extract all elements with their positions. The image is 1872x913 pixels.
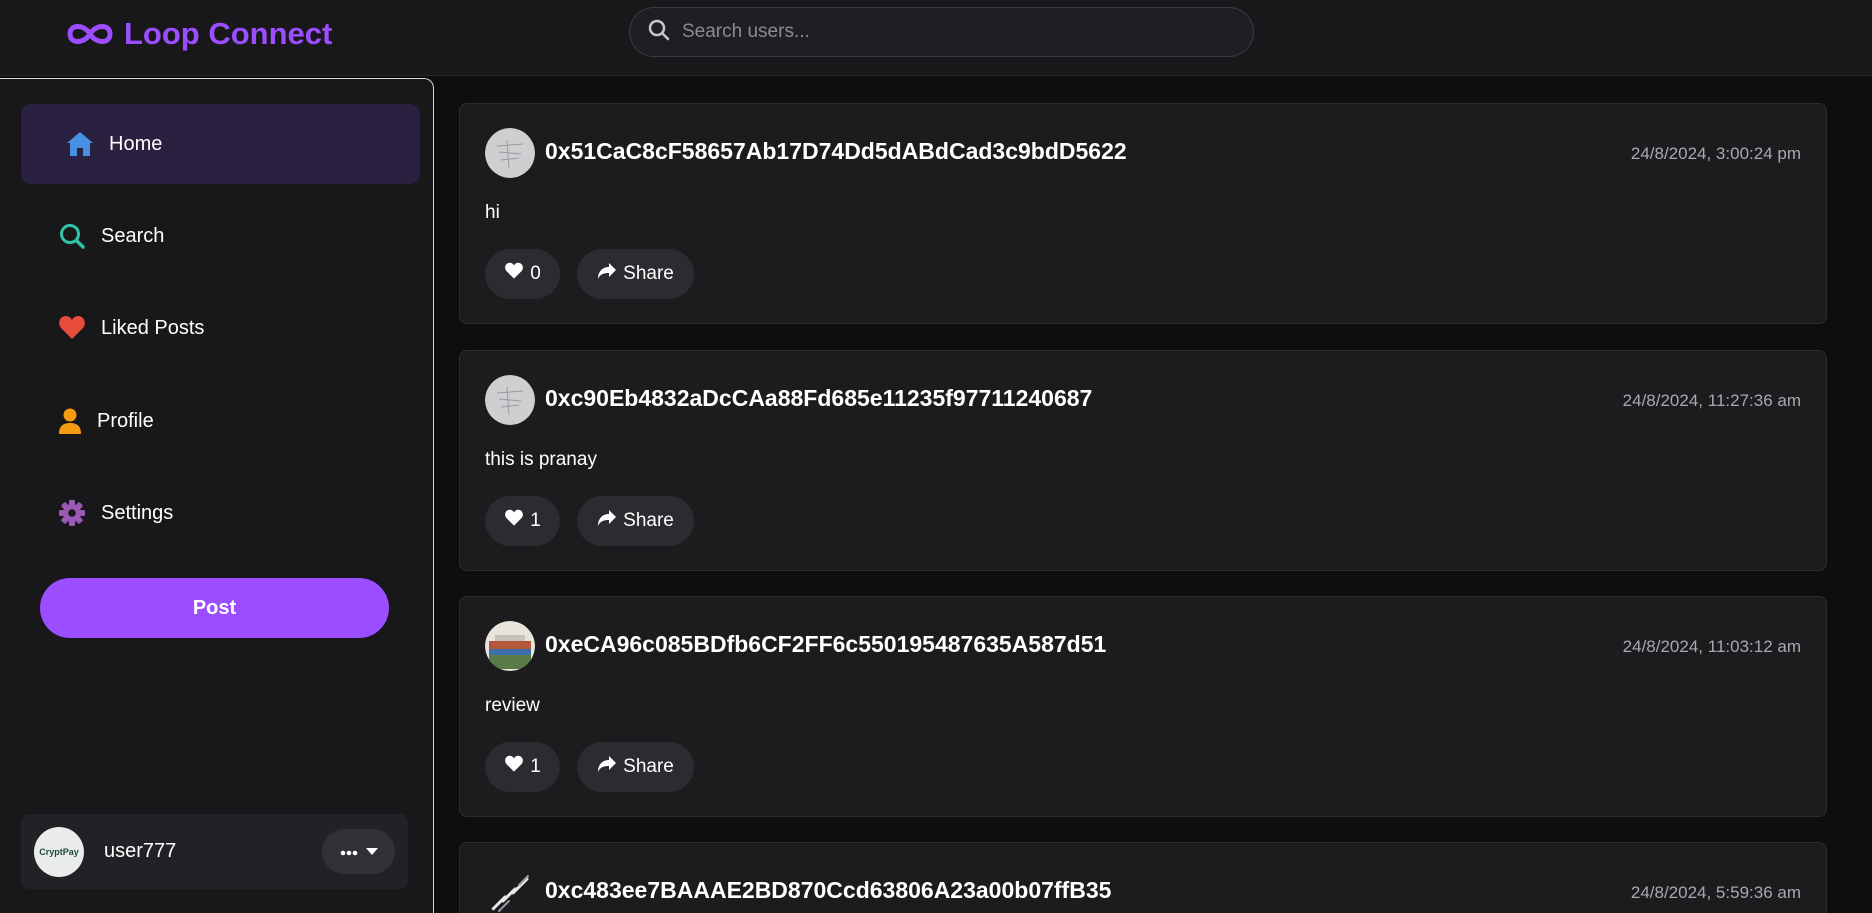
heart-icon bbox=[55, 311, 89, 345]
home-icon bbox=[63, 127, 97, 161]
share-button[interactable]: Share bbox=[577, 496, 694, 546]
search-input[interactable] bbox=[682, 21, 1222, 43]
avatar[interactable] bbox=[485, 867, 535, 913]
sidebar-item-home[interactable]: Home bbox=[21, 104, 420, 184]
username: user777 bbox=[104, 840, 177, 862]
heart-icon bbox=[504, 262, 524, 286]
post-author[interactable]: 0xeCA96c085BDfb6CF2FF6c550195487635A587d… bbox=[545, 631, 1106, 658]
like-count: 1 bbox=[530, 510, 541, 531]
sidebar-item-label: Search bbox=[101, 224, 165, 247]
sidebar-item-label: Profile bbox=[97, 409, 154, 432]
post-timestamp: 24/8/2024, 11:27:36 am bbox=[1622, 391, 1801, 410]
share-icon bbox=[597, 262, 617, 286]
search-icon bbox=[648, 19, 670, 46]
avatar[interactable] bbox=[485, 621, 535, 671]
sidebar-item-profile[interactable]: Profile bbox=[21, 381, 420, 461]
infinity-icon bbox=[64, 18, 116, 50]
post-content: this is pranay bbox=[485, 449, 597, 470]
post-card: 0xc90Eb4832aDcCAa88Fd685e11235f977112406… bbox=[459, 350, 1827, 571]
avatar[interactable] bbox=[485, 375, 535, 425]
avatar[interactable] bbox=[485, 128, 535, 178]
like-button[interactable]: 1 bbox=[485, 742, 560, 792]
avatar-logo-text: CryptPay bbox=[39, 846, 79, 857]
sidebar-item-settings[interactable]: Settings bbox=[21, 473, 420, 553]
sidebar-item-label: Liked Posts bbox=[101, 316, 205, 339]
sidebar-item-liked-posts[interactable]: Liked Posts bbox=[21, 288, 420, 368]
share-label: Share bbox=[623, 510, 674, 531]
post-card: 0xc483ee7BAAAE2BD870Ccd63806A23a00b07ffB… bbox=[459, 842, 1827, 913]
sidebar: Home Search Liked Posts Profile Settings… bbox=[0, 78, 434, 913]
top-bar: Loop Connect bbox=[0, 0, 1872, 76]
post-author[interactable]: 0xc483ee7BAAAE2BD870Ccd63806A23a00b07ffB… bbox=[545, 877, 1111, 904]
post-card: 0x51CaC8cF58657Ab17D74Dd5dABdCad3c9bdD56… bbox=[459, 103, 1827, 324]
avatar: CryptPay bbox=[34, 826, 84, 877]
search-icon bbox=[55, 219, 89, 253]
like-count: 1 bbox=[530, 756, 541, 777]
post-timestamp: 24/8/2024, 11:03:12 am bbox=[1622, 637, 1801, 656]
post-author[interactable]: 0xc90Eb4832aDcCAa88Fd685e11235f977112406… bbox=[545, 385, 1092, 412]
share-button[interactable]: Share bbox=[577, 742, 694, 792]
app-logo[interactable]: Loop Connect bbox=[64, 14, 332, 54]
share-icon bbox=[597, 755, 617, 779]
post-timestamp: 24/8/2024, 5:59:36 am bbox=[1630, 883, 1801, 902]
account-menu-button[interactable] bbox=[322, 829, 395, 874]
share-button[interactable]: Share bbox=[577, 249, 694, 299]
heart-icon bbox=[504, 509, 524, 533]
share-icon bbox=[597, 509, 617, 533]
user-account-panel[interactable]: CryptPay user777 bbox=[21, 814, 408, 889]
gear-icon bbox=[55, 496, 89, 530]
like-button[interactable]: 0 bbox=[485, 249, 560, 299]
post-timestamp: 24/8/2024, 3:00:24 pm bbox=[1630, 144, 1801, 163]
caret-down-icon bbox=[365, 843, 378, 861]
post-card: 0xeCA96c085BDfb6CF2FF6c550195487635A587d… bbox=[459, 596, 1827, 817]
user-search-bar[interactable] bbox=[629, 7, 1254, 57]
share-label: Share bbox=[623, 263, 674, 284]
post-content: review bbox=[485, 695, 540, 716]
like-button[interactable]: 1 bbox=[485, 496, 560, 546]
sidebar-item-label: Home bbox=[109, 132, 163, 155]
app-name: Loop Connect bbox=[124, 16, 333, 51]
post-content: hi bbox=[485, 202, 500, 223]
sidebar-item-search[interactable]: Search bbox=[21, 196, 420, 276]
like-count: 0 bbox=[530, 263, 541, 284]
heart-icon bbox=[504, 755, 524, 779]
sidebar-item-label: Settings bbox=[101, 501, 174, 524]
post-author[interactable]: 0x51CaC8cF58657Ab17D74Dd5dABdCad3c9bdD56… bbox=[545, 138, 1127, 165]
post-button[interactable]: Post bbox=[40, 578, 389, 638]
share-label: Share bbox=[623, 756, 674, 777]
ellipsis-icon bbox=[340, 843, 358, 861]
user-icon bbox=[55, 404, 85, 438]
